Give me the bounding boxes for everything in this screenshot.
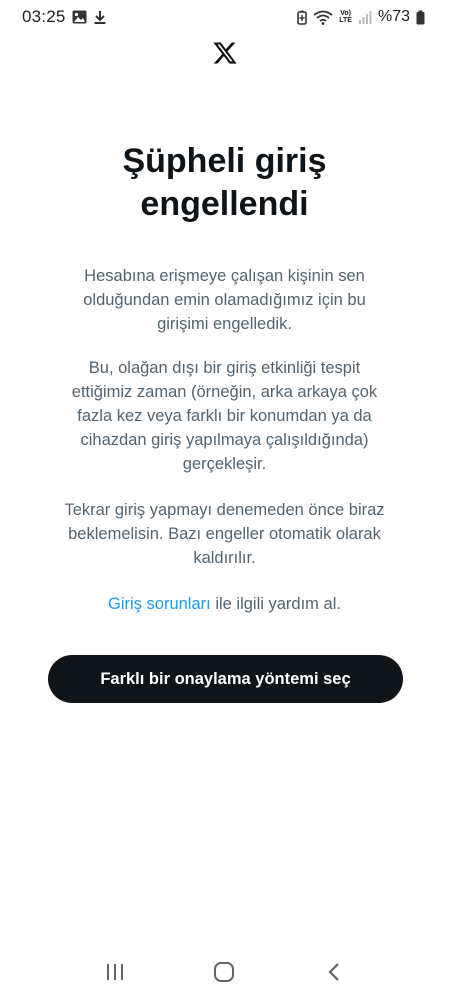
status-time: 03:25	[22, 7, 66, 26]
volte-icon: Vo) LTE	[339, 10, 352, 24]
x-logo-icon	[212, 40, 238, 71]
volte-line-1: Vo)	[340, 10, 351, 17]
help-text: Giriş sorunları ile ilgili yardım al.	[40, 592, 409, 616]
volte-line-2: LTE	[339, 17, 352, 24]
recent-apps-icon[interactable]	[95, 952, 135, 992]
page-title: Şüpheli giriş engellendi	[122, 142, 327, 223]
wifi-icon	[313, 10, 333, 25]
status-bar-right: Vo) LTE %73	[297, 8, 425, 26]
battery-icon	[416, 10, 425, 25]
system-nav-bar	[0, 944, 449, 1000]
logo-container	[0, 40, 449, 71]
explanation-paragraph-2: Bu, olağan dışı bir giriş etkinliği tesp…	[71, 359, 378, 473]
download-icon	[93, 10, 107, 24]
home-icon[interactable]	[204, 952, 244, 992]
choose-verification-method-button[interactable]: Farklı bir onaylama yöntemi seç	[48, 655, 403, 703]
help-text-suffix: ile ilgili yardım al.	[210, 595, 341, 613]
battery-saver-icon	[297, 10, 308, 25]
signal-icon	[358, 10, 372, 24]
explanation-paragraph-3: Tekrar giriş yapmayı denemeden önce bira…	[64, 501, 385, 567]
status-bar-left: 03:25	[22, 7, 107, 27]
explanation-paragraph-1: Hesabına erişmeye çalışan kişinin sen ol…	[83, 267, 366, 333]
back-icon[interactable]	[314, 952, 354, 992]
battery-percent: %73	[377, 8, 410, 25]
gallery-icon	[72, 10, 87, 24]
status-bar: 03:25 Vo) LTE %73	[0, 0, 449, 34]
login-problems-link[interactable]: Giriş sorunları	[108, 595, 211, 613]
